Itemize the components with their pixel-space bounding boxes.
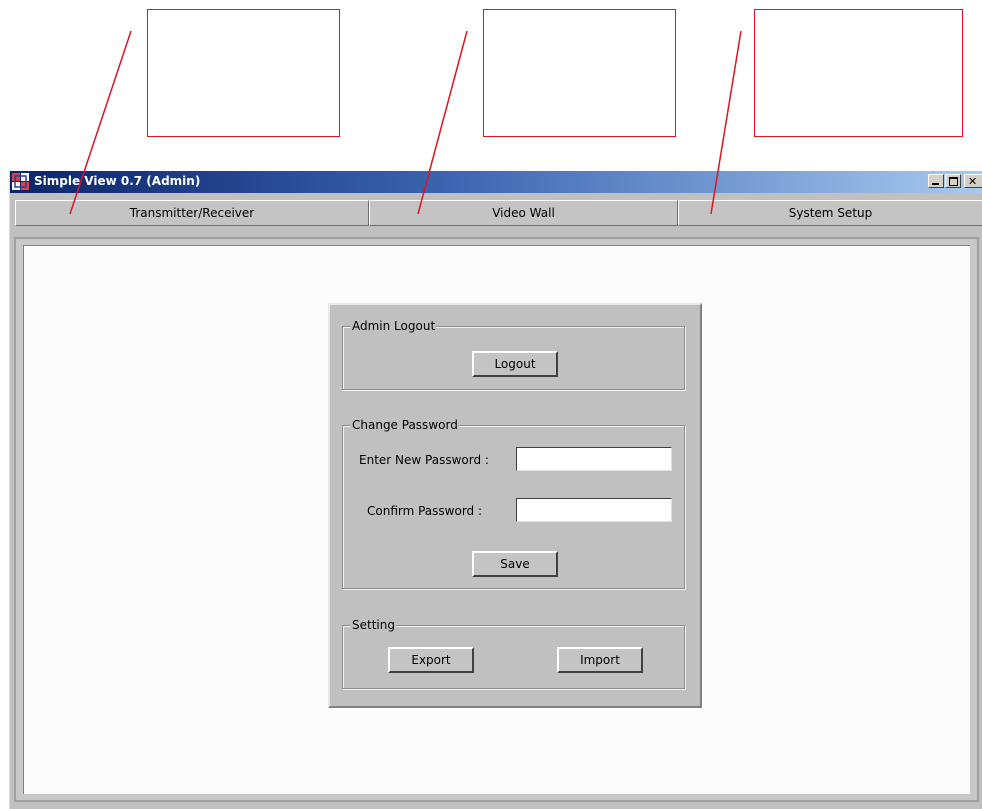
change-password-group: Change Password Enter New Password : Con… <box>342 418 685 589</box>
tab-video-wall[interactable]: Video Wall <box>369 200 678 226</box>
window-title: Simple View 0.7 (Admin) <box>34 174 201 188</box>
maximize-icon <box>949 177 958 186</box>
callout-box-1 <box>147 9 340 137</box>
import-button[interactable]: Import <box>557 647 643 673</box>
close-button[interactable]: ✕ <box>964 174 982 188</box>
setting-group: Setting Export Import <box>342 618 685 689</box>
app-icon <box>12 173 29 190</box>
callout-box-3 <box>754 9 963 137</box>
content-area: Admin Logout Logout Change Password Ente… <box>23 245 970 794</box>
tab-system-setup[interactable]: System Setup <box>678 200 982 226</box>
tab-transmitter-receiver[interactable]: Transmitter/Receiver <box>15 200 369 226</box>
content-frame: Admin Logout Logout Change Password Ente… <box>14 237 979 802</box>
setting-title: Setting <box>351 618 396 632</box>
change-password-title: Change Password <box>351 418 459 432</box>
minimize-button[interactable] <box>928 174 944 188</box>
new-password-field[interactable] <box>516 447 672 471</box>
callout-box-2 <box>483 9 676 137</box>
minimize-icon <box>932 183 939 185</box>
admin-logout-group: Admin Logout Logout <box>342 319 685 390</box>
close-icon: ✕ <box>968 175 978 188</box>
logout-button[interactable]: Logout <box>472 351 558 377</box>
admin-panel: Admin Logout Logout Change Password Ente… <box>328 303 702 708</box>
export-button[interactable]: Export <box>388 647 474 673</box>
confirm-password-field[interactable] <box>516 498 672 522</box>
title-bar: Simple View 0.7 (Admin) ✕ <box>10 171 982 193</box>
app-window: Simple View 0.7 (Admin) ✕ Transmitter/Re… <box>9 171 982 809</box>
tab-bar: Transmitter/Receiver Video Wall System S… <box>15 200 982 226</box>
confirm-password-label: Confirm Password : <box>367 504 483 518</box>
save-button[interactable]: Save <box>472 551 558 577</box>
admin-logout-title: Admin Logout <box>351 319 437 333</box>
new-password-label: Enter New Password : <box>359 453 489 467</box>
maximize-button[interactable] <box>945 174 961 188</box>
